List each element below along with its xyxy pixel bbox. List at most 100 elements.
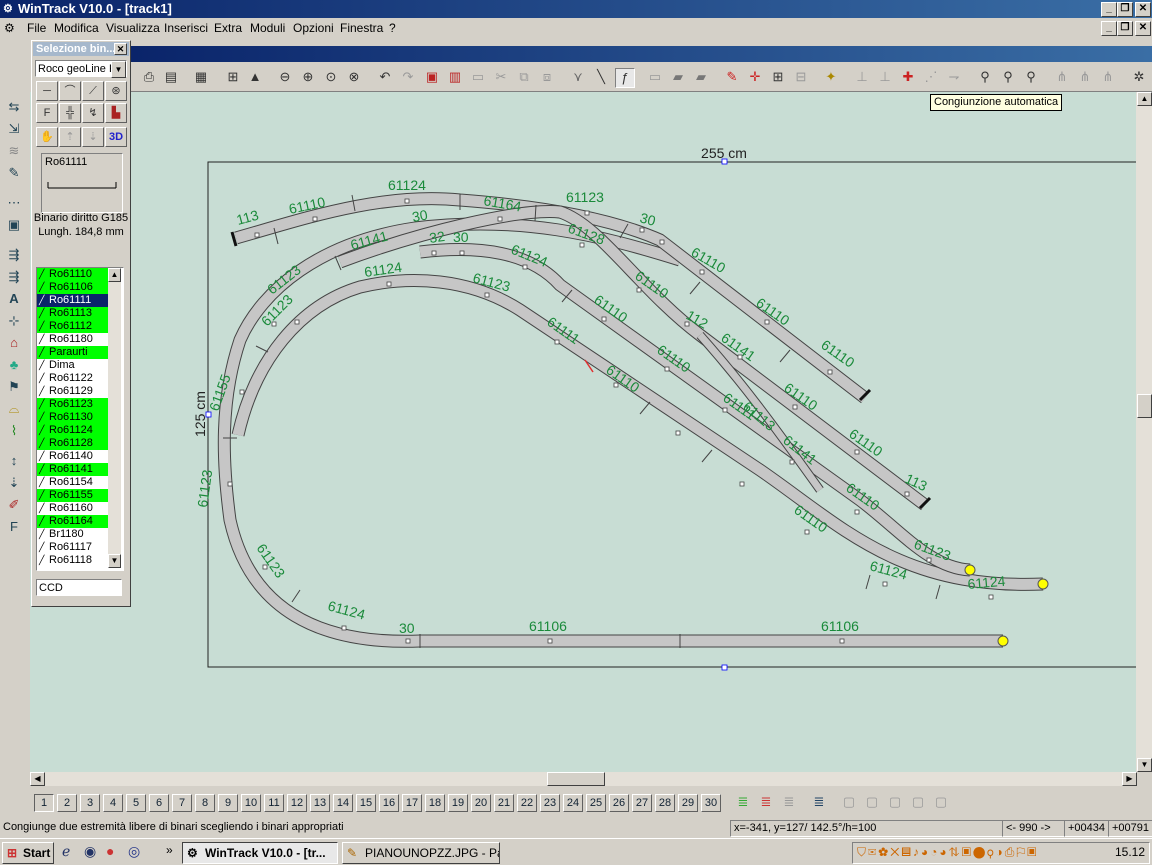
track-list-item[interactable]: ╱ Ro61129 — [37, 385, 111, 398]
menu-file[interactable]: File — [27, 21, 46, 35]
split-icon[interactable]: ✚ — [899, 68, 917, 86]
track-list-item[interactable]: ╱ Ro61141 — [37, 463, 111, 476]
start-button[interactable]: ⊞ Start — [2, 842, 54, 864]
pencil-icon[interactable]: ✎ — [5, 164, 23, 182]
track-list-item[interactable]: ╱ Ro61106 — [37, 281, 111, 294]
box-icon[interactable]: ▣ — [5, 216, 23, 234]
signal-icon[interactable]: ⋯ — [5, 194, 23, 212]
figure-icon[interactable]: ⚑ — [5, 378, 23, 396]
building-icon[interactable]: ⌂ — [5, 334, 23, 352]
track-list-item[interactable]: ╱ Ro61164 — [37, 515, 111, 528]
auto-connect-icon[interactable]: ƒ — [615, 68, 635, 88]
crosshair-icon[interactable]: ✛ — [746, 68, 764, 86]
track-list-item[interactable]: ╱ Paraurti — [37, 346, 111, 359]
lower-icon[interactable]: ⇣ — [82, 127, 104, 147]
scroll-left-button[interactable]: ◀ — [30, 772, 45, 786]
chart-icon[interactable]: ⌇ — [5, 422, 23, 440]
scroll-up-button[interactable]: ▲ — [1137, 92, 1152, 106]
redo-icon[interactable]: ↷ — [399, 68, 417, 86]
menu-help[interactable]: ? — [389, 21, 396, 35]
table-icon[interactable]: ▥ — [446, 68, 464, 86]
spacing-icon[interactable]: ⇣ — [5, 474, 23, 492]
quicklaunch-more-icon[interactable]: » — [166, 843, 173, 857]
zoom-out-icon[interactable]: ⊖ — [276, 68, 294, 86]
page-button[interactable]: 26 — [609, 794, 629, 812]
view5-icon[interactable]: ▢ — [932, 793, 950, 811]
group-icon[interactable]: ▭ — [646, 68, 664, 86]
page-button[interactable]: 23 — [540, 794, 560, 812]
tree3-icon[interactable]: ⋔ — [1099, 68, 1117, 86]
doc-minimize-button[interactable]: _ — [1101, 21, 1117, 36]
menu-modifica[interactable]: Modifica — [54, 21, 99, 35]
copy-icon[interactable]: ▭ — [469, 68, 487, 86]
track-list-item[interactable]: ╱ Ro61154 — [37, 476, 111, 489]
rail-icon[interactable]: ⇶ — [5, 246, 23, 264]
network2-icon[interactable]: ⊟ — [792, 68, 810, 86]
page-button[interactable]: 28 — [655, 794, 675, 812]
track-list-item[interactable]: ╱ Ro61118 — [37, 554, 111, 567]
curve-track-icon[interactable]: ⌒ — [59, 81, 81, 101]
page-button[interactable]: 27 — [632, 794, 652, 812]
print-icon[interactable]: ⎙ — [140, 68, 158, 86]
page-button[interactable]: 17 — [402, 794, 422, 812]
page-button[interactable]: 20 — [471, 794, 491, 812]
tree-icon[interactable]: ♣ — [5, 356, 23, 374]
tray-icons[interactable]: ⛉✉✿✕▤♪◕◔◕⇅▣⬤⚲◑⎙⚐▣ — [857, 845, 1039, 860]
measure-vertical-icon[interactable]: ↕ — [5, 452, 23, 470]
dropdown-arrow-icon[interactable]: ▼ — [111, 61, 126, 78]
cut-icon[interactable]: ✂ — [492, 68, 510, 86]
track-tool-icon[interactable]: ⇆ — [5, 98, 23, 116]
task-paint[interactable]: ✎ PIANOUNOPZZ.JPG - Pa... — [342, 842, 500, 864]
page-button[interactable]: 10 — [241, 794, 261, 812]
menu-moduli[interactable]: Moduli — [250, 21, 285, 35]
page-button[interactable]: 9 — [218, 794, 238, 812]
special-track-icon[interactable]: F — [36, 103, 58, 123]
track-list-item[interactable]: ╱ Ro61123 — [37, 398, 111, 411]
layers-grey-icon[interactable]: ≣ — [780, 793, 798, 811]
view4-icon[interactable]: ▢ — [909, 793, 927, 811]
layer2-icon[interactable]: ▰ — [692, 68, 710, 86]
view2-icon[interactable]: ▢ — [863, 793, 881, 811]
undo-icon[interactable]: ↶ — [376, 68, 394, 86]
outlook-icon[interactable]: ◉ — [84, 843, 96, 860]
pin-icon[interactable]: ⚲ — [976, 68, 994, 86]
layers-red-icon[interactable]: ≣ — [757, 793, 775, 811]
menu-extra[interactable]: Extra — [214, 21, 242, 35]
doc-restore-button[interactable]: ❐ — [1117, 21, 1133, 36]
track-list-item[interactable]: ╱ Br1180 — [37, 528, 111, 541]
track-layout[interactable]: 255 cm 125 cm 113 61110 61124 61164 6112… — [30, 92, 1136, 772]
media-player-icon[interactable]: ● — [106, 843, 114, 859]
page-button[interactable]: 18 — [425, 794, 445, 812]
palette-close-button[interactable]: ✕ — [114, 43, 127, 55]
straight-track-icon[interactable]: ─ — [36, 81, 58, 101]
page-button[interactable]: 14 — [333, 794, 353, 812]
track-code-input[interactable]: CCD — [36, 579, 122, 596]
page-button[interactable]: 11 — [264, 794, 284, 812]
scroll-right-button[interactable]: ▶ — [1122, 772, 1137, 786]
page-button[interactable]: 4 — [103, 794, 123, 812]
align2-icon[interactable]: ⊥ — [876, 68, 894, 86]
track-list-item[interactable]: ╱ Dima — [37, 359, 111, 372]
page-button[interactable]: 2 — [57, 794, 77, 812]
page-button[interactable]: 3 — [80, 794, 100, 812]
hand-icon[interactable]: ✋ — [36, 127, 58, 147]
page-button[interactable]: 25 — [586, 794, 606, 812]
page-button[interactable]: 19 — [448, 794, 468, 812]
vertical-scrollbar[interactable]: ▲ ▼ — [1136, 92, 1152, 772]
bridge-icon[interactable]: ⌓ — [5, 400, 23, 418]
paste-icon[interactable]: ⧉ — [515, 68, 533, 86]
track-list-item[interactable]: ╱ Ro61130 — [37, 411, 111, 424]
network-icon[interactable]: ⊞ — [769, 68, 787, 86]
track-list-scrollbar[interactable]: ▲ ▼ — [108, 268, 121, 568]
turnout-icon[interactable]: ⟋ — [82, 81, 104, 101]
frame-icon[interactable]: F — [5, 518, 23, 536]
raise-icon[interactable]: ⇡ — [59, 127, 81, 147]
track-list-item[interactable]: ╱ Ro61155 — [37, 489, 111, 502]
drawing-canvas[interactable]: 255 cm 125 cm 113 61110 61124 61164 6112… — [30, 92, 1136, 772]
track-selection-palette[interactable]: Selezione bin... ✕ Roco geoLine R ▼ ─ ⌒ … — [31, 40, 131, 607]
text-tool-icon[interactable]: A — [5, 290, 23, 308]
page-button[interactable]: 7 — [172, 794, 192, 812]
page-button[interactable]: 5 — [126, 794, 146, 812]
track-list-item[interactable]: ╱ Ro61122 — [37, 372, 111, 385]
report-icon[interactable]: ▣ — [423, 68, 441, 86]
